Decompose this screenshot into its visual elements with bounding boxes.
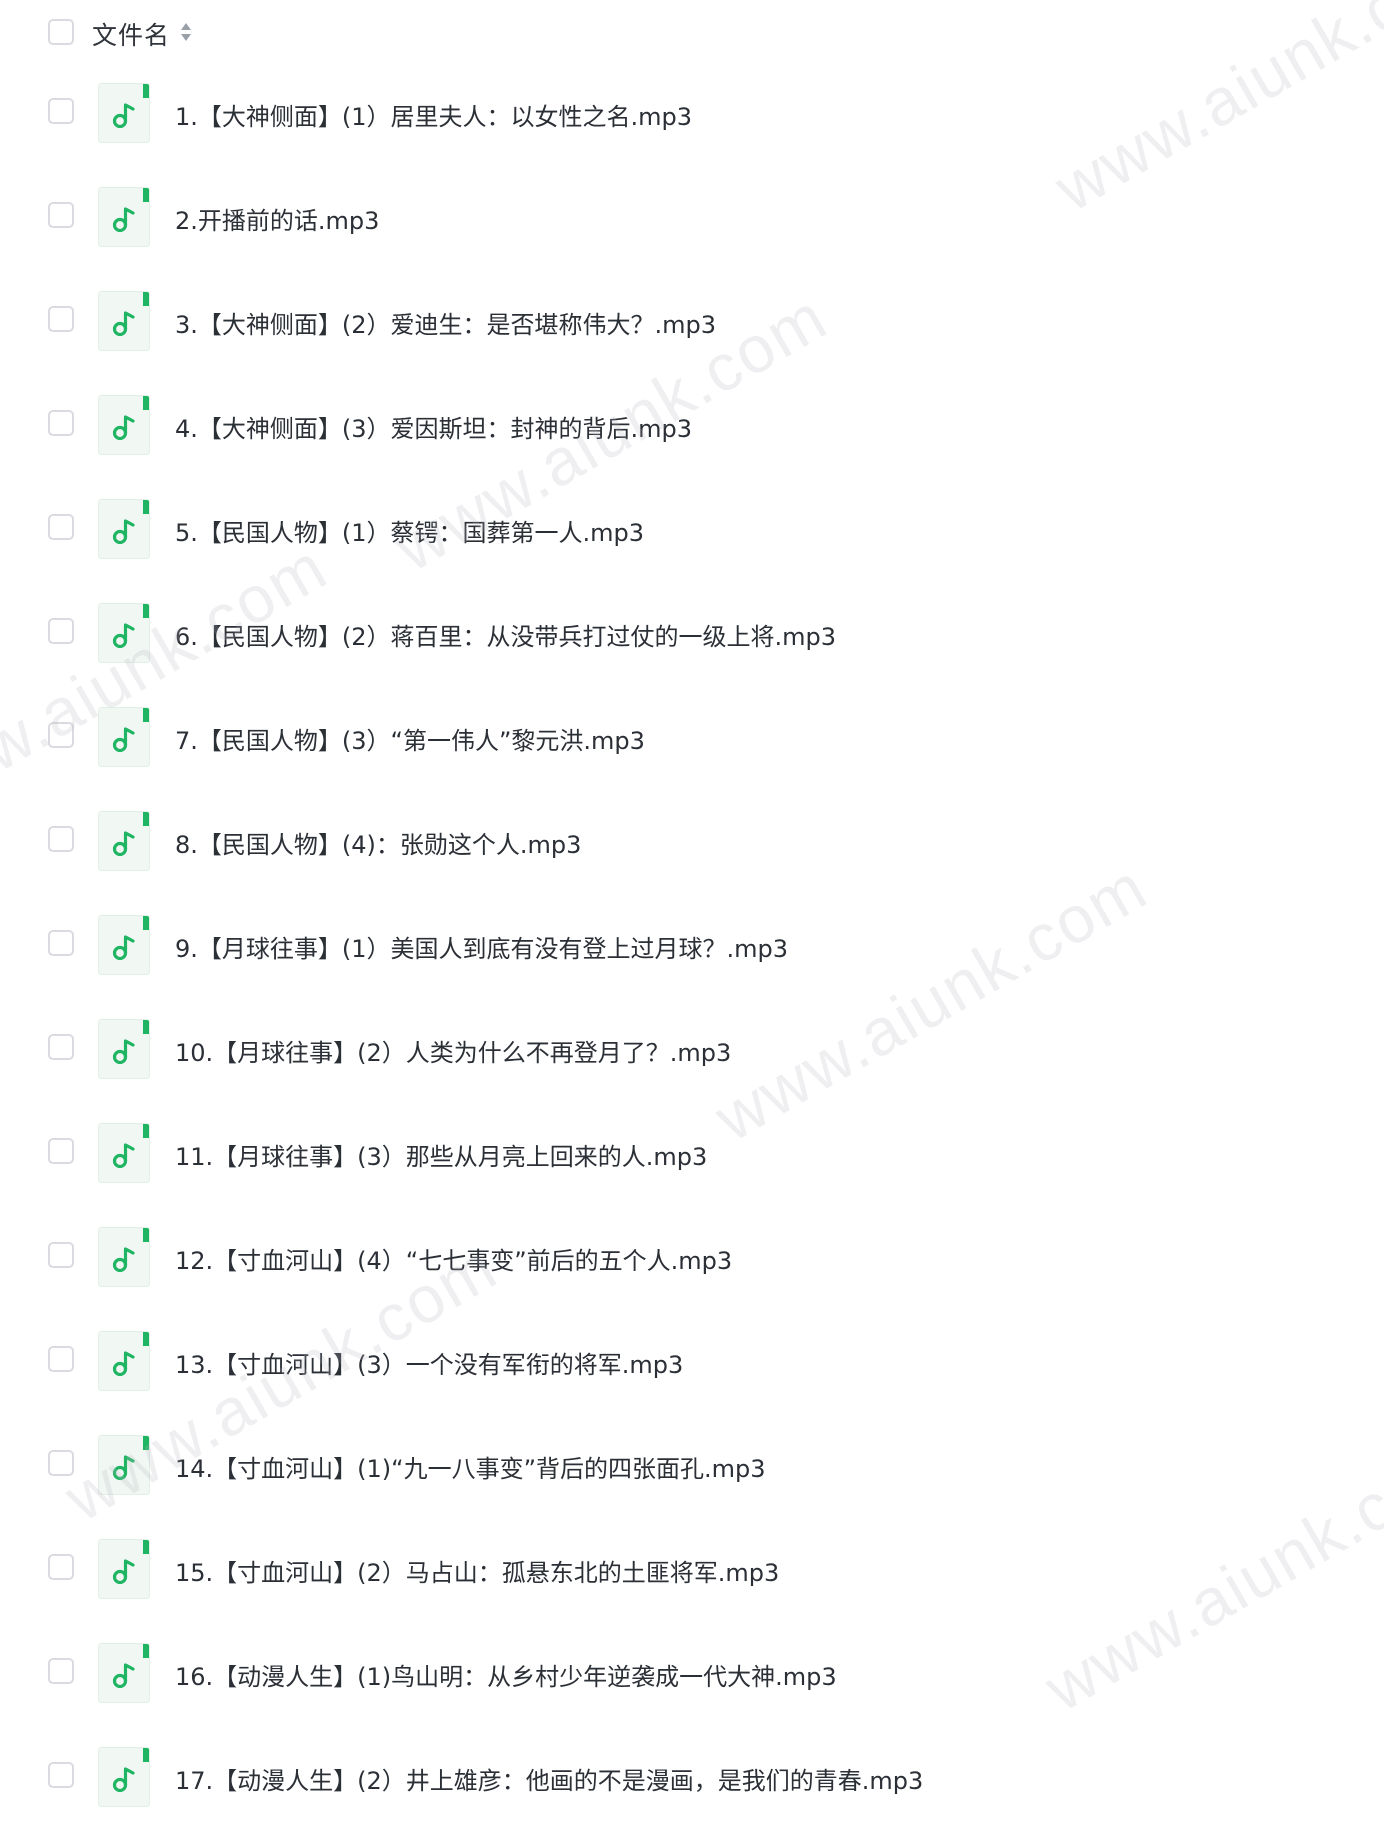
file-name[interactable]: 1.【大神侧面】(1）居里夫人：以女性之名.mp3 bbox=[175, 97, 692, 132]
music-note-icon bbox=[98, 1227, 150, 1287]
music-note-icon bbox=[98, 83, 150, 143]
file-checkbox[interactable] bbox=[48, 1762, 74, 1788]
music-note-icon bbox=[98, 1435, 150, 1495]
file-checkbox[interactable] bbox=[48, 1138, 74, 1164]
file-row[interactable]: 10.【月球往事】(2）人类为什么不再登月了？.mp3 bbox=[0, 995, 1384, 1099]
select-all-checkbox[interactable] bbox=[48, 19, 74, 45]
music-note-icon bbox=[98, 915, 150, 975]
file-row[interactable]: 3.【大神侧面】(2）爱迪生：是否堪称伟大？.mp3 bbox=[0, 267, 1384, 371]
music-note-icon bbox=[98, 187, 150, 247]
file-row[interactable]: 2.开播前的话.mp3 bbox=[0, 163, 1384, 267]
file-row[interactable]: 11.【月球往事】(3）那些从月亮上回来的人.mp3 bbox=[0, 1099, 1384, 1203]
music-note-icon bbox=[98, 603, 150, 663]
file-checkbox[interactable] bbox=[48, 514, 74, 540]
file-name[interactable]: 11.【月球往事】(3）那些从月亮上回来的人.mp3 bbox=[175, 1137, 707, 1172]
sort-icon[interactable] bbox=[180, 20, 192, 44]
file-name[interactable]: 10.【月球往事】(2）人类为什么不再登月了？.mp3 bbox=[175, 1033, 731, 1068]
file-name[interactable]: 15.【寸血河山】(2）马占山：孤悬东北的土匪将军.mp3 bbox=[175, 1553, 779, 1588]
file-checkbox[interactable] bbox=[48, 306, 74, 332]
file-name[interactable]: 7.【民国人物】(3）“第一伟人”黎元洪.mp3 bbox=[175, 721, 645, 756]
file-row[interactable]: 7.【民国人物】(3）“第一伟人”黎元洪.mp3 bbox=[0, 683, 1384, 787]
file-name[interactable]: 9.【月球往事】(1）美国人到底有没有登上过月球？.mp3 bbox=[175, 929, 788, 964]
file-checkbox[interactable] bbox=[48, 202, 74, 228]
file-name[interactable]: 13.【寸血河山】(3）一个没有军衔的将军.mp3 bbox=[175, 1345, 683, 1380]
file-checkbox[interactable] bbox=[48, 1658, 74, 1684]
file-name[interactable]: 2.开播前的话.mp3 bbox=[175, 201, 379, 236]
file-name[interactable]: 5.【民国人物】(1）蔡锷：国葬第一人.mp3 bbox=[175, 513, 644, 548]
file-checkbox[interactable] bbox=[48, 618, 74, 644]
file-name[interactable]: 16.【动漫人生】(1)鸟山明：从乡村少年逆袭成一代大神.mp3 bbox=[175, 1657, 837, 1692]
file-name[interactable]: 14.【寸血河山】(1)“九一八事变”背后的四张面孔.mp3 bbox=[175, 1449, 766, 1484]
file-row[interactable]: 5.【民国人物】(1）蔡锷：国葬第一人.mp3 bbox=[0, 475, 1384, 579]
file-row[interactable]: 12.【寸血河山】(4）“七七事变”前后的五个人.mp3 bbox=[0, 1203, 1384, 1307]
file-checkbox[interactable] bbox=[48, 1554, 74, 1580]
music-note-icon bbox=[98, 1539, 150, 1599]
file-checkbox[interactable] bbox=[48, 930, 74, 956]
music-note-icon bbox=[98, 1019, 150, 1079]
music-note-icon bbox=[98, 1123, 150, 1183]
file-row[interactable]: 13.【寸血河山】(3）一个没有军衔的将军.mp3 bbox=[0, 1307, 1384, 1411]
music-note-icon bbox=[98, 1331, 150, 1391]
file-checkbox[interactable] bbox=[48, 826, 74, 852]
file-row[interactable]: 17.【动漫人生】(2）井上雄彦：他画的不是漫画，是我们的青春.mp3 bbox=[0, 1723, 1384, 1827]
music-note-icon bbox=[98, 1747, 150, 1807]
file-name[interactable]: 12.【寸血河山】(4）“七七事变”前后的五个人.mp3 bbox=[175, 1241, 732, 1276]
file-checkbox[interactable] bbox=[48, 410, 74, 436]
file-checkbox[interactable] bbox=[48, 1450, 74, 1476]
file-row[interactable]: 4.【大神侧面】(3）爱因斯坦：封神的背后.mp3 bbox=[0, 371, 1384, 475]
file-row[interactable]: 8.【民国人物】(4)：张勋这个人.mp3 bbox=[0, 787, 1384, 891]
file-name[interactable]: 6.【民国人物】(2）蒋百里：从没带兵打过仗的一级上将.mp3 bbox=[175, 617, 836, 652]
file-row[interactable]: 16.【动漫人生】(1)鸟山明：从乡村少年逆袭成一代大神.mp3 bbox=[0, 1619, 1384, 1723]
music-note-icon bbox=[98, 1643, 150, 1703]
file-row[interactable]: 15.【寸血河山】(2）马占山：孤悬东北的土匪将军.mp3 bbox=[0, 1515, 1384, 1619]
music-note-icon bbox=[98, 499, 150, 559]
file-row[interactable]: 6.【民国人物】(2）蒋百里：从没带兵打过仗的一级上将.mp3 bbox=[0, 579, 1384, 683]
file-checkbox[interactable] bbox=[48, 98, 74, 124]
file-row[interactable]: 14.【寸血河山】(1)“九一八事变”背后的四张面孔.mp3 bbox=[0, 1411, 1384, 1515]
file-row[interactable]: 1.【大神侧面】(1）居里夫人：以女性之名.mp3 bbox=[0, 59, 1384, 163]
music-note-icon bbox=[98, 395, 150, 455]
file-row[interactable]: 9.【月球往事】(1）美国人到底有没有登上过月球？.mp3 bbox=[0, 891, 1384, 995]
file-checkbox[interactable] bbox=[48, 1346, 74, 1372]
column-header-filename[interactable]: 文件名 bbox=[92, 16, 170, 52]
music-note-icon bbox=[98, 291, 150, 351]
music-note-icon bbox=[98, 707, 150, 767]
music-note-icon bbox=[98, 811, 150, 871]
file-checkbox[interactable] bbox=[48, 1242, 74, 1268]
file-name[interactable]: 8.【民国人物】(4)：张勋这个人.mp3 bbox=[175, 825, 581, 860]
file-checkbox[interactable] bbox=[48, 1034, 74, 1060]
file-list-header: 文件名 bbox=[0, 0, 1384, 64]
file-name[interactable]: 3.【大神侧面】(2）爱迪生：是否堪称伟大？.mp3 bbox=[175, 305, 716, 340]
file-checkbox[interactable] bbox=[48, 722, 74, 748]
file-name[interactable]: 17.【动漫人生】(2）井上雄彦：他画的不是漫画，是我们的青春.mp3 bbox=[175, 1761, 923, 1796]
file-name[interactable]: 4.【大神侧面】(3）爱因斯坦：封神的背后.mp3 bbox=[175, 409, 692, 444]
